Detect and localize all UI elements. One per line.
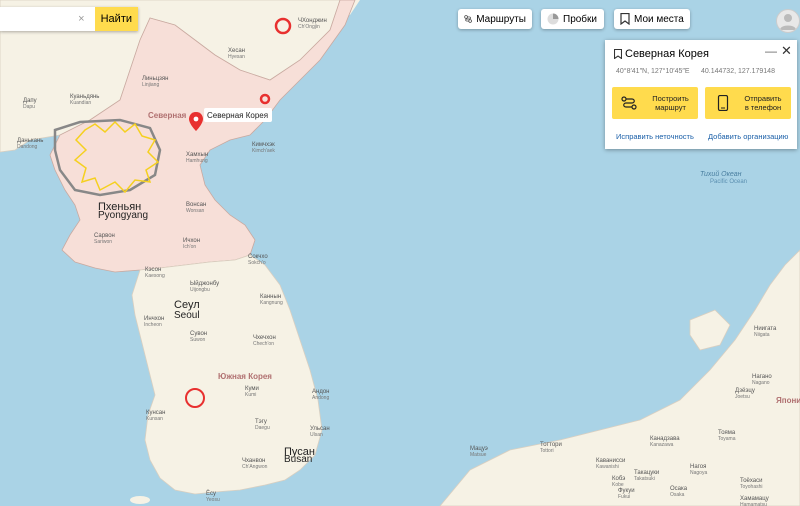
city-label-latin: Andong: [312, 395, 329, 401]
bookmark-icon: [620, 13, 630, 25]
city-label-latin: Wonsan: [186, 208, 204, 214]
routes-icon: [464, 15, 472, 23]
traffic-label: Пробки: [563, 13, 597, 25]
city-label-latin: Hyesan: [228, 54, 245, 60]
add-organization-link[interactable]: Добавить организацию: [708, 132, 788, 141]
city-label-latin: Kanazawa: [650, 442, 674, 448]
city-label-latin: Toyama: [718, 436, 736, 442]
city-label-latin: Chech'on: [253, 341, 274, 347]
city-label-latin: Kimch'aek: [252, 148, 275, 154]
close-icon[interactable]: ✕: [781, 43, 792, 59]
country-label-south: Южная Корея: [218, 372, 272, 381]
city-label: Ыйджонбу: [190, 280, 219, 287]
city-label-latin: Kuandian: [70, 100, 91, 106]
send-to-phone-button[interactable]: Отправить в телефон: [705, 87, 791, 119]
city-label-latin: Tottori: [540, 448, 554, 454]
city-label-latin: Sariwon: [94, 239, 112, 245]
city-label-latin: Kumi: [245, 392, 256, 398]
city-label-latin: Osaka: [670, 492, 685, 498]
search-box: × Найти: [0, 7, 138, 31]
city-label-latin: Nagoya: [690, 470, 707, 476]
city-label-latin: Ch'Angwon: [242, 464, 268, 470]
city-label-latin: Nagano: [752, 380, 770, 386]
country-label-japan: Япони: [776, 396, 800, 405]
city-label-latin: Uijongbu: [190, 287, 210, 293]
city-label-latin: Suwon: [190, 337, 206, 343]
city-label-latin: Matsue: [470, 452, 487, 458]
city-label-latin: Ich'on: [183, 244, 196, 250]
city-label-latin: Ulsan: [310, 432, 323, 438]
city-label-latin: Ch'Ongjin: [298, 24, 320, 30]
place-card: Северная Корея — ✕ 40°8′41″N, 127°10′45″…: [605, 40, 797, 149]
find-button[interactable]: Найти: [94, 7, 138, 31]
city-label-latin: Daegu: [255, 425, 270, 431]
marker-label: Северная Корея: [207, 111, 268, 120]
build-route-button[interactable]: Построить маршрут: [612, 87, 698, 119]
coords-decimal[interactable]: 40.144732, 127.179148: [701, 68, 775, 75]
city-label-latin: Kunsan: [146, 416, 163, 422]
user-icon: [780, 14, 796, 30]
city-label-latin: Toyohashi: [740, 484, 763, 490]
route-icon: [621, 96, 637, 110]
city-label-latin: Kawanishi: [596, 464, 619, 470]
traffic-icon: [547, 13, 559, 25]
clear-icon[interactable]: ×: [74, 13, 89, 25]
coords-dms[interactable]: 40°8′41″N, 127°10′45″E: [616, 68, 690, 75]
routes-label: Маршруты: [476, 13, 526, 25]
phone-icon: [717, 95, 729, 111]
phone-line2: в телефон: [744, 103, 782, 112]
user-avatar[interactable]: [776, 9, 800, 33]
my-places-button[interactable]: Мои места: [614, 9, 690, 29]
capital-label-latin: Busan: [284, 454, 312, 465]
city-label-latin: Sokch'o: [248, 260, 266, 266]
city-label-latin: Kaesong: [145, 273, 165, 279]
city-label-latin: Dandong: [17, 144, 38, 150]
city-label-latin: Yeosu: [206, 497, 220, 503]
ocean-label: Тихий Океан: [700, 170, 742, 178]
city-label-latin: Joetsu: [735, 394, 750, 400]
traffic-button[interactable]: Пробки: [541, 9, 604, 29]
bookmark-icon[interactable]: [614, 49, 622, 59]
city-label-latin: Dapu: [23, 104, 35, 110]
fix-inaccuracy-link[interactable]: Исправить неточность: [616, 132, 694, 141]
capital-label-latin: Pyongyang: [98, 210, 148, 221]
routes-button[interactable]: Маршруты: [458, 9, 532, 29]
route-line2: маршрут: [655, 103, 686, 112]
city-label-latin: Linjiang: [142, 82, 159, 88]
minimize-icon[interactable]: —: [765, 44, 777, 58]
search-input[interactable]: [4, 12, 74, 26]
capital-label-latin: Seoul: [174, 310, 200, 321]
phone-line1: Отправить: [744, 94, 782, 103]
my-places-label: Мои места: [634, 13, 684, 25]
city-label-latin: Kangnung: [260, 300, 283, 306]
city-label: Ёсу: [206, 490, 216, 497]
route-line1: Построить: [652, 94, 689, 103]
city-label-latin: Takatsuki: [634, 476, 655, 482]
place-title: Северная Корея: [625, 48, 709, 60]
city-label-latin: Niigata: [754, 332, 770, 338]
city-label-latin: Fukui: [618, 494, 630, 500]
ocean-label-latin: Pacific Ocean: [710, 179, 747, 185]
country-label-north: Северная: [148, 111, 187, 120]
city-label-latin: Incheon: [144, 322, 162, 328]
city-label-latin: Hamhung: [186, 158, 208, 164]
city-label-latin: Hamamatsu: [740, 502, 767, 506]
